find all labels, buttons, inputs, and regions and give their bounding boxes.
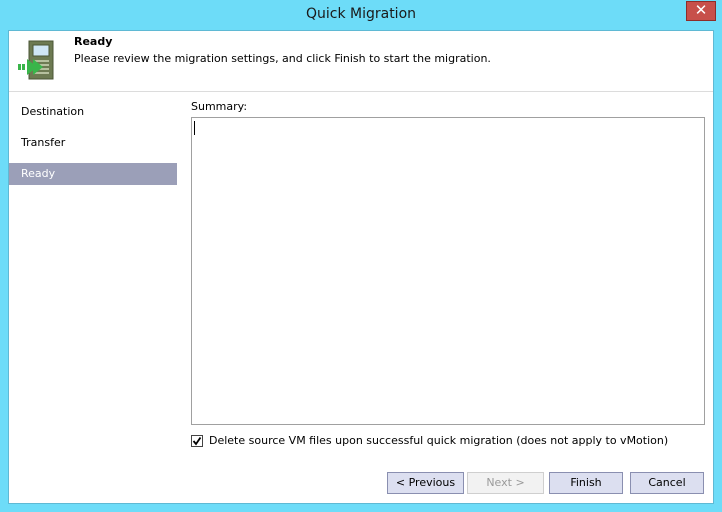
summary-textbox[interactable] — [191, 117, 705, 425]
nav-item-destination[interactable]: Destination — [9, 101, 177, 123]
delete-source-label: Delete source VM files upon successful q… — [209, 434, 669, 447]
close-button[interactable]: ✕ — [686, 1, 716, 21]
checkmark-icon — [192, 436, 202, 446]
step-title: Ready — [74, 35, 113, 48]
text-caret — [194, 121, 195, 135]
wizard-header: Ready Please review the migration settin… — [9, 31, 713, 92]
finish-button[interactable]: Finish — [549, 472, 623, 494]
wizard-client-area: Ready Please review the migration settin… — [8, 30, 714, 504]
quick-migration-window: Quick Migration ✕ Ready Please review th… — [0, 0, 722, 512]
cancel-button[interactable]: Cancel — [630, 472, 704, 494]
title-bar[interactable]: Quick Migration ✕ — [0, 0, 722, 30]
summary-label: Summary: — [191, 100, 248, 113]
wizard-step-nav: Destination Transfer Ready — [9, 92, 178, 503]
window-title: Quick Migration — [305, 6, 417, 22]
migration-wizard-icon — [18, 40, 54, 80]
close-icon: ✕ — [694, 1, 708, 19]
delete-source-checkbox[interactable] — [191, 435, 203, 447]
nav-item-transfer[interactable]: Transfer — [9, 132, 177, 154]
nav-item-ready[interactable]: Ready — [9, 163, 177, 185]
next-button[interactable]: Next > — [467, 472, 544, 494]
step-description: Please review the migration settings, an… — [74, 52, 491, 65]
previous-button[interactable]: < Previous — [387, 472, 464, 494]
